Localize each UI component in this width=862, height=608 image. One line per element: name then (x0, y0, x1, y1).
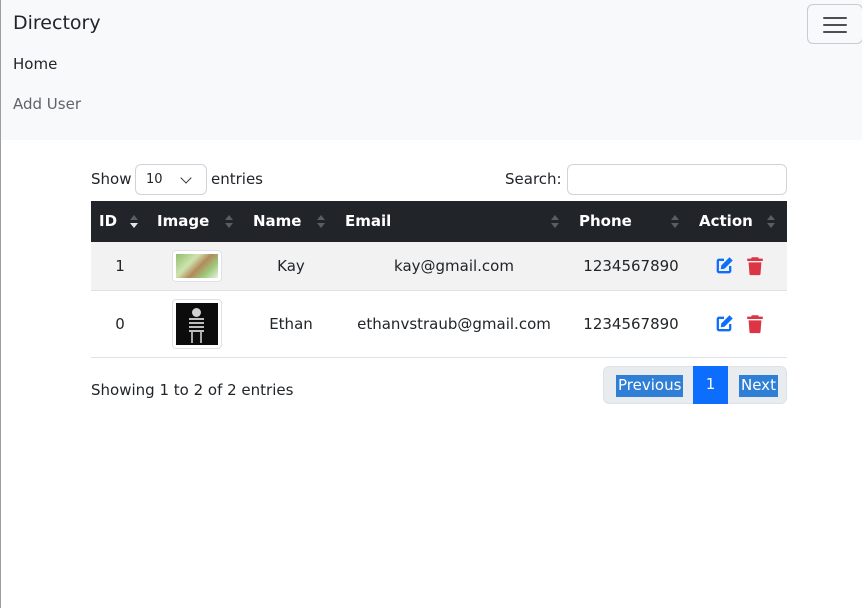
page-length-value: 10 (146, 172, 163, 187)
table-row: 1 Kay kay@gmail.com 1234567890 (91, 242, 787, 291)
user-image (172, 250, 222, 282)
edit-icon[interactable] (713, 255, 735, 277)
previous-page-button[interactable]: Previous (616, 375, 684, 397)
column-header-id[interactable]: ID (99, 212, 117, 230)
column-header-image[interactable]: Image (157, 212, 209, 230)
show-label: Show (91, 170, 132, 188)
edit-icon[interactable] (713, 313, 735, 335)
sort-icon (317, 215, 325, 229)
search-label: Search: (505, 170, 562, 188)
table-row: 0 Ethan ethanvstraub@gmail.com 123456789… (91, 291, 787, 358)
entries-label: entries (211, 170, 263, 188)
page-length-select[interactable]: 10 (135, 164, 207, 195)
navbar-toggler-button[interactable] (807, 4, 862, 44)
user-image (172, 299, 222, 349)
column-header-phone[interactable]: Phone (579, 212, 632, 230)
search-input[interactable] (567, 164, 787, 195)
sort-icon (225, 215, 233, 229)
sort-icon (671, 215, 679, 229)
nav-link-add-user[interactable]: Add User (13, 95, 81, 113)
cell-name: Ethan (269, 315, 313, 333)
chevron-down-icon (180, 172, 192, 184)
trash-icon[interactable] (744, 313, 766, 335)
next-page-button[interactable]: Next (739, 375, 778, 397)
cell-name: Kay (277, 257, 305, 275)
trash-icon[interactable] (744, 255, 766, 277)
sort-desc-icon (130, 215, 138, 229)
cell-email: kay@gmail.com (394, 257, 514, 275)
cell-phone: 1234567890 (583, 315, 679, 333)
cell-email: ethanvstraub@gmail.com (357, 315, 551, 333)
table-header: ID Image Name Email Phone Action (91, 201, 787, 242)
pagination: Previous 1 Next (603, 366, 787, 404)
cell-phone: 1234567890 (583, 257, 679, 275)
column-header-name[interactable]: Name (253, 212, 301, 230)
column-header-email[interactable]: Email (345, 212, 391, 230)
navbar: Directory Home Add User (1, 0, 862, 140)
navbar-brand[interactable]: Directory (13, 12, 101, 34)
nav-link-home[interactable]: Home (13, 55, 57, 73)
column-header-action[interactable]: Action (699, 212, 753, 230)
table-info: Showing 1 to 2 of 2 entries (91, 381, 294, 399)
page-1-button[interactable]: 1 (693, 366, 728, 404)
sort-icon (767, 215, 775, 229)
sort-icon (551, 215, 559, 229)
cell-id: 0 (115, 315, 125, 333)
cell-id: 1 (115, 257, 125, 275)
